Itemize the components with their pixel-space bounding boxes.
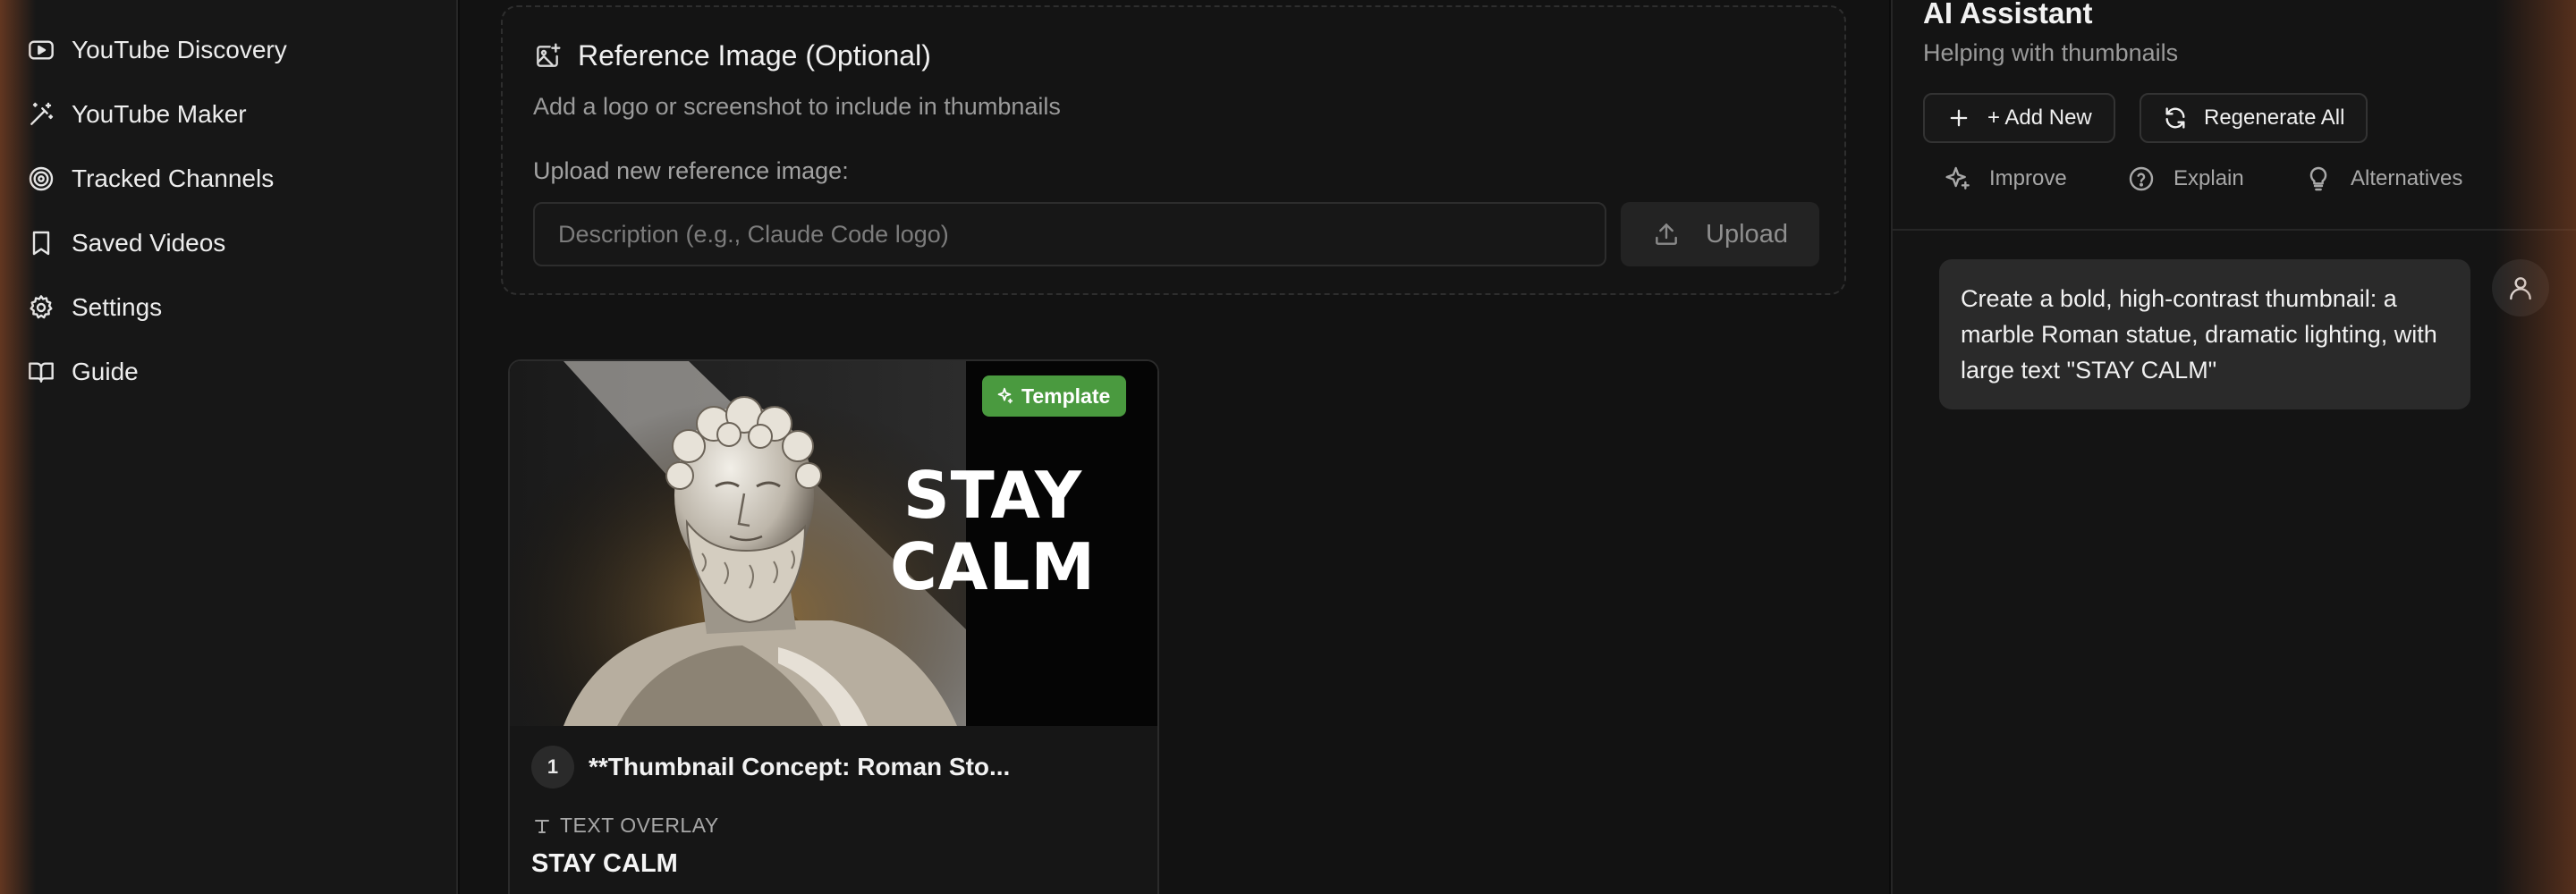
sidebar-item-label: Tracked Channels [72,164,275,192]
add-new-label: + Add New [1987,105,2092,130]
thumbnail-card[interactable]: STAY CALM Template 1 **Thumbnail Concept… [508,359,1159,894]
alternatives-action[interactable]: Alternatives [2304,161,2462,197]
image-plus-icon [537,42,561,67]
text-overlay-value: STAY CALM [531,849,678,878]
sidebar-item-youtube-discovery[interactable]: YouTube Discovery [27,25,429,75]
help-circle-icon [2129,166,2154,191]
main-content: Reference Image (Optional) Add a logo or… [460,0,1889,894]
target-icon [29,166,54,191]
regenerate-all-button[interactable]: Regenerate All [2140,93,2368,143]
alternatives-label: Alternatives [2351,166,2463,190]
sidebar-item-tracked-channels[interactable]: Tracked Channels [27,154,429,204]
magic-wand-icon [30,102,54,125]
concept-title: **Thumbnail Concept: Roman Sto... [589,753,1011,780]
refresh-icon [2165,107,2185,129]
upload-button[interactable]: Upload [1621,202,1819,266]
regenerate-all-label: Regenerate All [2204,105,2345,130]
user-icon [2510,277,2531,300]
reference-image-panel: Reference Image (Optional) Add a logo or… [501,5,1846,295]
concept-row: 1 **Thumbnail Concept: Roman Sto... [531,746,1010,789]
ai-assistant-panel: AI Assistant Helping with thumbnails + A… [1891,0,2576,894]
user-message-bubble: Create a bold, high-contrast thumbnail: … [1939,259,2470,409]
sidebar-item-guide[interactable]: Guide [27,347,429,397]
reference-title: Reference Image (Optional) [578,39,931,72]
plus-icon [1950,109,1968,127]
sparkles-icon [1945,166,1970,190]
upload-button-label: Upload [1706,219,1788,249]
text-type-icon [535,819,549,833]
thumbnail-overlay-text: STAY CALM [859,460,1127,603]
sidebar-item-label: Saved Videos [72,229,226,257]
sidebar-item-label: YouTube Maker [72,100,247,128]
explain-label: Explain [2174,166,2244,190]
template-badge-label: Template [1021,384,1111,408]
description-input[interactable] [533,202,1606,266]
sidebar-item-label: YouTube Discovery [72,36,287,63]
user-avatar [2492,259,2549,316]
upload-icon [1656,224,1677,245]
sidebar: YouTube Discovery YouTube Maker Tracked … [0,0,458,894]
sparkles-icon [997,387,1013,404]
thumbnail-text-line1: STAY [902,458,1083,533]
sidebar-item-settings[interactable]: Settings [27,283,429,333]
youtube-icon [29,40,54,60]
reference-title-row: Reference Image (Optional) [533,39,931,72]
template-badge: Template [982,375,1127,417]
add-new-button[interactable]: + Add New [1923,93,2115,143]
text-overlay-label: TEXT OVERLAY [531,814,719,838]
lightbulb-icon [2309,166,2327,191]
sidebar-item-saved-videos[interactable]: Saved Videos [27,218,429,268]
sidebar-item-label: Guide [72,358,139,385]
thumbnail-image[interactable]: STAY CALM Template [510,361,1157,726]
text-overlay-label-text: TEXT OVERLAY [560,814,719,837]
gear-icon [30,295,53,319]
assistant-title: AI Assistant [1923,0,2093,30]
improve-label: Improve [1989,166,2067,190]
reference-subtitle: Add a logo or screenshot to include in t… [533,93,1061,120]
explain-action[interactable]: Explain [2127,161,2244,197]
concept-number-badge: 1 [531,746,574,789]
upload-label: Upload new reference image: [533,157,849,184]
sidebar-item-label: Settings [72,293,163,321]
sidebar-item-youtube-maker[interactable]: YouTube Maker [27,89,429,139]
assistant-subtitle: Helping with thumbnails [1923,39,2179,66]
bookmark-icon [32,231,50,256]
improve-action[interactable]: Improve [1943,161,2067,197]
thumbnail-text-line2: CALM [889,529,1097,604]
book-icon [29,362,54,383]
assistant-divider [1893,229,2576,231]
